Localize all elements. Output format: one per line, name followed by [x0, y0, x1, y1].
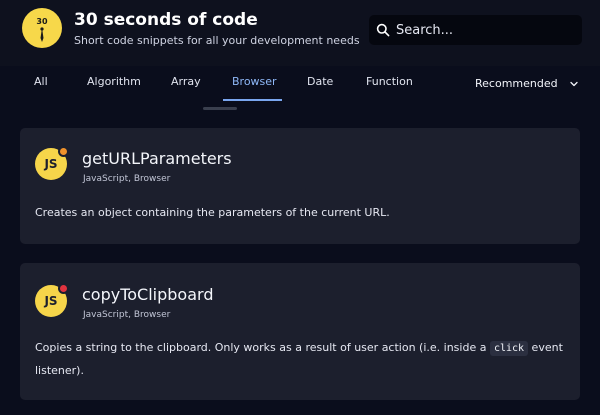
logo-text: 30 [36, 17, 48, 26]
snippet-title[interactable]: getURLParameters [82, 149, 232, 168]
search-box[interactable] [369, 15, 582, 45]
tab-date[interactable]: Date [307, 75, 333, 88]
status-dot [58, 146, 69, 157]
tab-all[interactable]: All [34, 75, 48, 88]
chevron-down-icon [569, 81, 578, 86]
search-input[interactable] [396, 22, 576, 38]
snippet-tags: JavaScript, Browser [83, 310, 171, 320]
snippet-title[interactable]: copyToClipboard [82, 285, 213, 304]
site-logo[interactable]: 30 [22, 8, 62, 48]
snippet-card[interactable]: JS copyToClipboard JavaScript, Browser C… [20, 263, 580, 400]
tab-function[interactable]: Function [366, 75, 413, 88]
javascript-icon: JS [35, 146, 69, 180]
site-subtitle: Short code snippets for all your develop… [74, 34, 360, 47]
snippet-description: Creates an object containing the paramet… [35, 206, 390, 219]
site-header: 30 30 seconds of code Short code snippet… [0, 0, 600, 66]
tab-browser[interactable]: Browser [232, 75, 277, 88]
snippet-tags: JavaScript, Browser [83, 174, 171, 184]
tabs-scrollbar[interactable] [203, 107, 237, 110]
tab-array[interactable]: Array [171, 75, 201, 88]
search-icon [376, 23, 390, 37]
sort-dropdown[interactable]: Recommended [475, 77, 579, 90]
inline-code: click [489, 341, 529, 356]
logo-icon: 30 [36, 17, 48, 42]
snippet-description: Copies a string to the clipboard. Only w… [35, 337, 565, 382]
active-tab-indicator [223, 99, 282, 101]
snippet-card[interactable]: JS getURLParameters JavaScript, Browser … [20, 128, 580, 244]
description-text: Copies a string to the clipboard. Only w… [35, 341, 490, 354]
language-badge-text: JS [44, 157, 58, 171]
site-title[interactable]: 30 seconds of code [74, 10, 258, 30]
tab-algorithm[interactable]: Algorithm [87, 75, 141, 88]
language-badge-text: JS [44, 294, 58, 308]
status-dot [58, 283, 69, 294]
sort-label: Recommended [475, 77, 558, 90]
javascript-icon: JS [35, 283, 69, 317]
